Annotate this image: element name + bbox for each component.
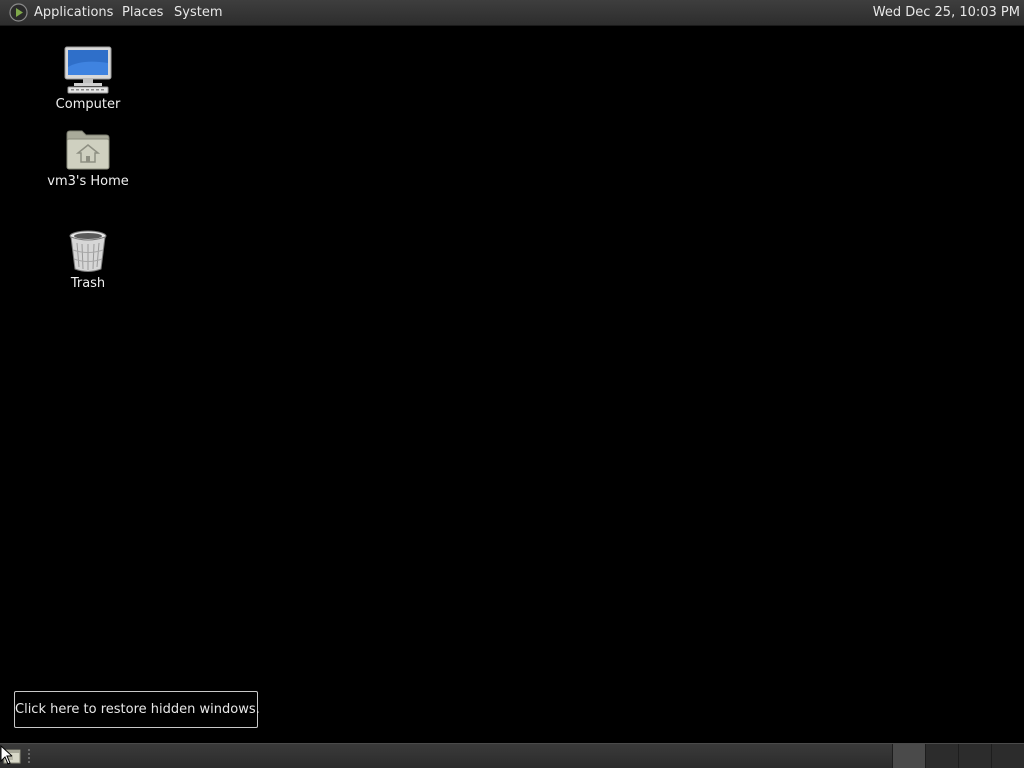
workspace-3[interactable] (958, 744, 991, 768)
workspace-4[interactable] (991, 744, 1024, 768)
home-folder-icon (66, 130, 110, 170)
desktop-icon-label: Trash (70, 276, 106, 291)
desktop-icon-trash[interactable]: Trash (33, 228, 143, 292)
workspace-switcher[interactable] (892, 744, 1024, 768)
applications-menu[interactable]: Applications (34, 4, 113, 21)
bottom-panel (0, 743, 1024, 768)
computer-icon (64, 46, 112, 94)
panel-drag-handle[interactable] (27, 749, 31, 764)
mouse-pointer-icon (0, 745, 12, 765)
desktop-icon-computer[interactable]: Computer (33, 45, 143, 113)
system-menu[interactable]: System (174, 4, 222, 21)
workspace-1[interactable] (892, 744, 925, 768)
desktop-icon-home[interactable]: vm3's Home (33, 128, 143, 190)
distro-logo-icon[interactable] (9, 3, 28, 22)
desktop[interactable]: Applications Places System Wed Dec 25, 1… (0, 0, 1024, 768)
restore-hidden-windows-tooltip[interactable]: Click here to restore hidden windows. (14, 691, 260, 728)
top-panel: Applications Places System Wed Dec 25, 1… (0, 0, 1024, 26)
desktop-icon-label: vm3's Home (47, 174, 129, 189)
workspace-2[interactable] (925, 744, 958, 768)
trash-icon (69, 230, 107, 272)
places-menu[interactable]: Places (122, 4, 163, 21)
clock[interactable]: Wed Dec 25, 10:03 PM (873, 4, 1020, 21)
desktop-icon-label: Computer (55, 97, 121, 112)
